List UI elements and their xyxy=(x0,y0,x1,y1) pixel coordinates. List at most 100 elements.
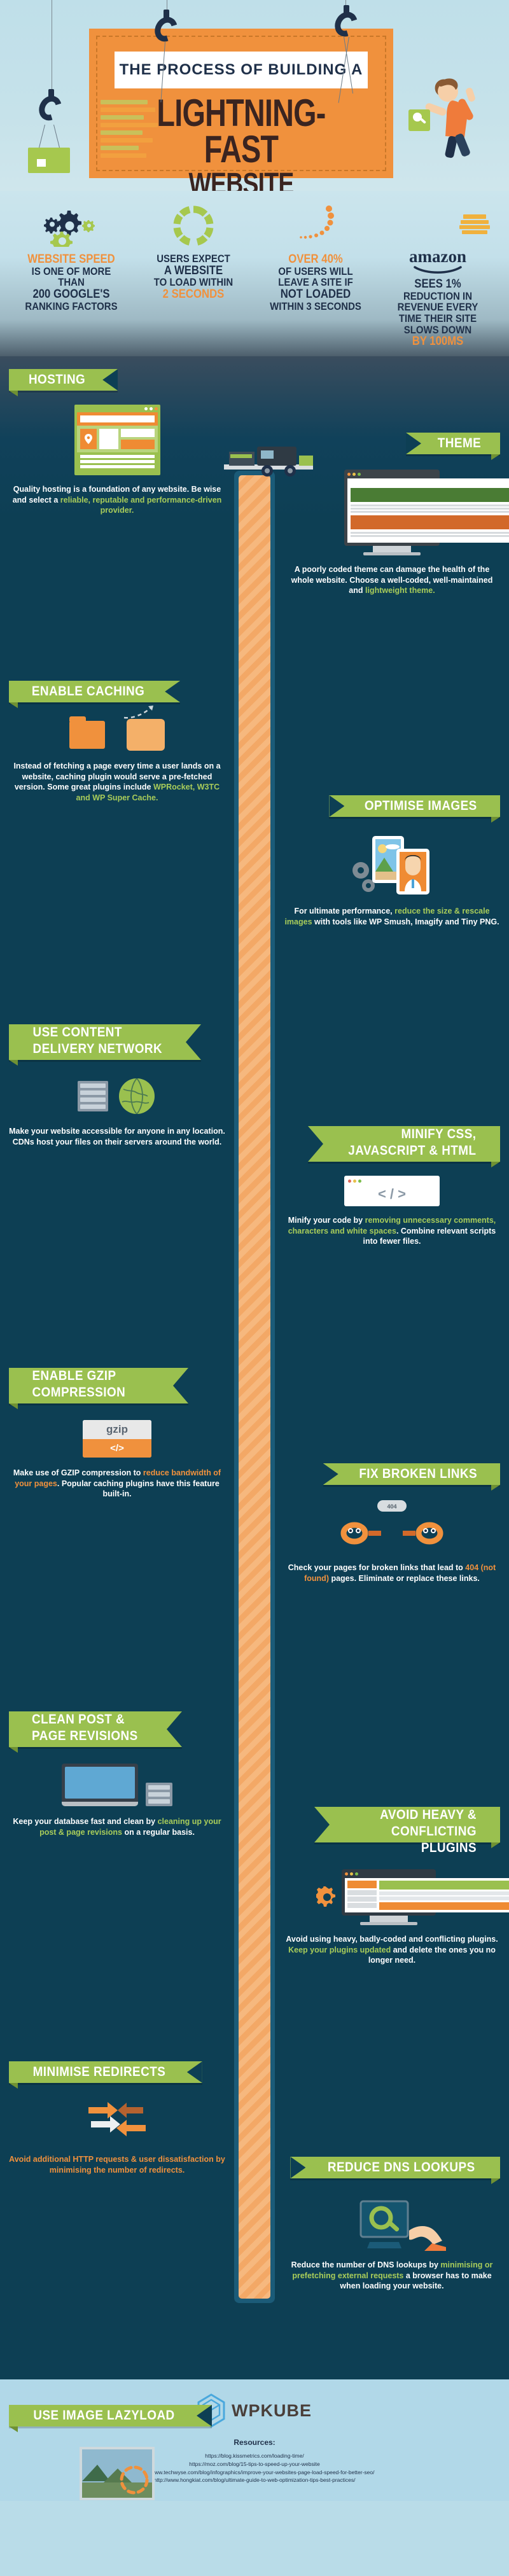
gzip-illustration: gzip </> xyxy=(9,1420,225,1458)
crane-hook-left-stem xyxy=(48,89,54,101)
redirects-description: Avoid additional HTTP requests & user di… xyxy=(9,2154,225,2175)
ribbon-lazyload-label: USE IMAGE LAZYLOAD xyxy=(33,2408,175,2423)
ribbon-cdn[interactable]: USE CONTENT DELIVERY NETWORK xyxy=(9,1024,201,1060)
amazon-smile-icon xyxy=(414,266,462,274)
ribbon-optimise-images[interactable]: OPTIMISE IMAGES xyxy=(329,795,500,817)
redirects-illustration xyxy=(9,2099,225,2144)
ribbon-broken-links-label: FIX BROKEN LINKS xyxy=(358,1466,477,1481)
caching-illustration xyxy=(9,706,225,751)
stat-4-line2: REDUCTION IN xyxy=(403,289,473,302)
globe-icon xyxy=(119,1078,155,1115)
laptop-database-icon xyxy=(62,1764,138,1806)
svg-text:404: 404 xyxy=(387,1503,396,1510)
plugins-desc-part-2: Keep your plugins updated xyxy=(288,1945,391,1954)
stat-4-line1: SEES 1% xyxy=(414,277,461,291)
pallet-sling-left-a xyxy=(38,124,45,148)
optimise-desc-part-3: with tools like WP Smush, Imagify and Ti… xyxy=(312,917,499,926)
gzip-file-icon: gzip </> xyxy=(83,1420,151,1458)
stat-users-expect: USERS EXPECT A WEBSITE TO LOAD WITHIN 2 … xyxy=(132,202,254,348)
optimise-images-illustration xyxy=(284,831,500,897)
ribbon-dns-lookups[interactable]: REDUCE DNS LOOKUPS xyxy=(290,2157,500,2178)
section-theme: THEME A poorly coded theme can damage th… xyxy=(0,433,509,700)
clean-desc-part-3: on a regular basis. xyxy=(122,1827,195,1837)
stat-2-highlight: 2 SECONDS xyxy=(162,288,225,302)
cargo-pallet-mark xyxy=(37,159,46,167)
minify-description: Minify your code by removing unnecessary… xyxy=(284,1215,500,1247)
ribbon-theme[interactable]: THEME xyxy=(406,433,500,454)
stat-4-line3: REVENUE EVERY xyxy=(397,301,478,314)
hosting-description: Quality hosting is a foundation of any w… xyxy=(9,484,225,516)
ribbon-avoid-plugins[interactable]: AVOID HEAVY & CONFLICTING PLUGINS xyxy=(314,1807,500,1855)
ribbon-enable-caching-label: ENABLE CACHING xyxy=(31,684,145,699)
stat-website-speed: WEBSITE SPEED IS ONE OF MORE THAN 200 GO… xyxy=(10,202,132,348)
ribbon-enable-caching[interactable]: ENABLE CACHING xyxy=(9,681,181,702)
truck-illustration xyxy=(224,447,313,477)
ribbon-lazyload[interactable]: USE IMAGE LAZYLOAD xyxy=(9,2405,213,2426)
gzip-description: Make use of GZIP compression to reduce b… xyxy=(9,1468,225,1500)
header-section: THE PROCESS OF BUILDING A LIGHTNING-FAST… xyxy=(0,0,509,191)
theme-description: A poorly coded theme can damage the heal… xyxy=(284,564,500,596)
infographic-page: THE PROCESS OF BUILDING A LIGHTNING-FAST… xyxy=(0,0,509,2501)
stat-website-speed-text: WEBSITE SPEED IS ONE OF MORE THAN 200 GO… xyxy=(21,253,122,312)
caching-description: Instead of fetching a page every time a … xyxy=(9,761,225,803)
stat-3-line5: WITHIN 3 SECONDS xyxy=(270,300,361,312)
ribbon-minify[interactable]: MINIFY CSS, JAVASCRIPT & HTML xyxy=(308,1126,500,1162)
avoid-plugins-illustration: < HTML > xyxy=(284,1869,509,1925)
ribbon-optimise-images-label: OPTIMISE IMAGES xyxy=(365,798,478,813)
stat-amazon-revenue: amazon SEES 1% REDUCTION IN REVENUE EVER… xyxy=(377,202,499,348)
dns-magnifier-icon xyxy=(359,2200,446,2251)
donut-chart-icon xyxy=(136,202,251,247)
broken-links-desc-part-3: pages. Eliminate or replace these links. xyxy=(328,1573,480,1583)
theme-desc-part-2: lightweight theme. xyxy=(365,586,435,595)
ribbon-dns-lookups-label: REDUCE DNS LOOKUPS xyxy=(328,2160,476,2175)
banner-eyebrow-text: THE PROCESS OF BUILDING A xyxy=(119,61,363,78)
optimise-desc-part-1: For ultimate performance, xyxy=(294,907,395,916)
banner-headline: LIGHTNING-FAST WEBSITE EXPERIENCE xyxy=(89,94,393,191)
ribbon-clean-revisions-label: CLEAN POST & PAGE REVISIONS xyxy=(32,1712,138,1743)
cdn-desc-part-1: Make your website accessible for anyone … xyxy=(9,1127,225,1146)
headline-line-2: WEBSITE EXPERIENCE xyxy=(188,167,294,191)
stat-3-line3: LEAVE A SITE IF xyxy=(278,276,353,289)
stat-amazon-text: SEES 1% REDUCTION IN REVENUE EVERY TIME … xyxy=(387,278,488,348)
ribbon-clean-revisions[interactable]: CLEAN POST & PAGE REVISIONS xyxy=(9,1711,182,1747)
clean-desc-part-1: Keep your database fast and clean by xyxy=(13,1817,158,1826)
stat-2-line2: A WEBSITE xyxy=(164,263,223,277)
clean-revisions-illustration xyxy=(9,1764,225,1806)
broken-links-description: Check your pages for broken links that l… xyxy=(284,1563,500,1584)
gear-icon-small xyxy=(316,1886,335,1907)
ribbon-hosting[interactable]: HOSTING xyxy=(9,369,118,391)
plugins-gears-icon: < HTML > xyxy=(342,1869,509,1925)
optimise-images-description: For ultimate performance, reduce the siz… xyxy=(284,906,500,927)
broken-links-illustration: 404 xyxy=(284,1499,500,1554)
banner-eyebrow: THE PROCESS OF BUILDING A xyxy=(115,52,368,88)
dns-illustration xyxy=(284,2192,500,2251)
ribbon-broken-links[interactable]: FIX BROKEN LINKS xyxy=(323,1463,500,1485)
ribbon-avoid-plugins-label: AVOID HEAVY & CONFLICTING PLUGINS xyxy=(380,1807,477,1855)
database-icon xyxy=(146,1783,172,1806)
minify-desc-part-1: Minify your code by xyxy=(288,1216,365,1225)
dns-description: Reduce the number of DNS lookups by mini… xyxy=(284,2260,500,2292)
cargo-pallet xyxy=(28,148,70,173)
stat-4-line5: SLOWS DOWN xyxy=(403,323,472,336)
plugins-desc-part-1: Avoid using heavy, badly-coded and confl… xyxy=(286,1935,498,1944)
cdn-description: Make your website accessible for anyone … xyxy=(9,1126,225,1147)
broken-links-desc-part-1: Check your pages for broken links that l… xyxy=(288,1563,466,1572)
ribbon-minimise-redirects-label: MINIMISE REDIRECTS xyxy=(32,2064,166,2079)
stat-over-40-percent: OVER 40% OF USERS WILL LEAVE A SITE IF N… xyxy=(254,202,377,348)
ribbon-cdn-label: USE CONTENT DELIVERY NETWORK xyxy=(32,1025,163,1056)
amazon-wordmark: amazon xyxy=(409,247,466,266)
ribbon-minimise-redirects[interactable]: MINIMISE REDIRECTS xyxy=(9,2061,202,2083)
section-dns-lookups: REDUCE DNS LOOKUPS Reduce the number of xyxy=(0,2157,509,2430)
avoid-plugins-description: Avoid using heavy, badly-coded and confl… xyxy=(284,1934,500,1966)
hosting-desc-part-2: reliable, reputable and performance-driv… xyxy=(60,495,222,515)
stat-users-expect-text: USERS EXPECT A WEBSITE TO LOAD WITHIN 2 … xyxy=(143,253,244,301)
ribbon-minify-label: MINIFY CSS, JAVASCRIPT & HTML xyxy=(348,1127,477,1158)
stat-1-line4: RANKING FACTORS xyxy=(25,300,118,312)
dns-desc-part-1: Reduce the number of DNS lookups by xyxy=(291,2260,441,2269)
ribbon-gzip[interactable]: ENABLE GZIP COMPRESSION xyxy=(9,1368,188,1403)
clean-revisions-description: Keep your database fast and clean by cle… xyxy=(9,1816,225,1837)
lazyload-photo-icon xyxy=(80,2447,155,2500)
stat-3-highlight: OVER 40% xyxy=(288,253,343,266)
gears-icon xyxy=(14,202,129,247)
stat-1-line3: 200 GOOGLE'S xyxy=(32,288,110,302)
